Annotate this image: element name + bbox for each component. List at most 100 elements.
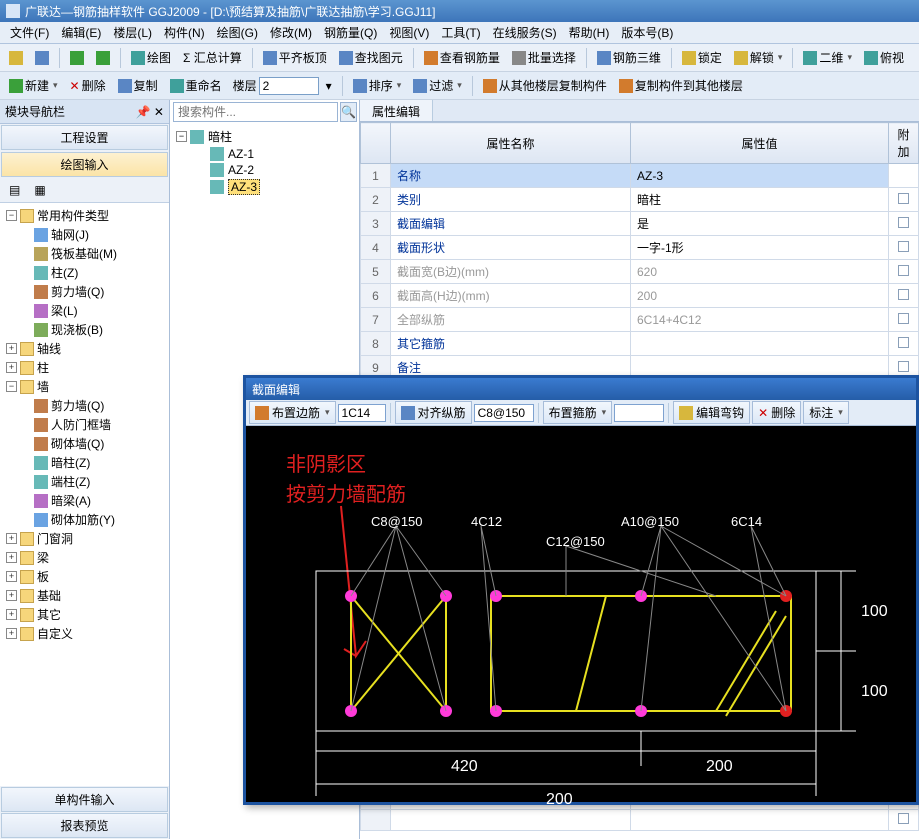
instance-root[interactable]: 暗柱: [208, 128, 232, 145]
search-button[interactable]: 🔍: [340, 102, 357, 122]
tb-rename[interactable]: 重命名: [165, 74, 227, 97]
arrange-stirrup-button[interactable]: 布置箍筋: [543, 401, 613, 424]
wall-hidden-beam[interactable]: 暗梁(A): [51, 492, 91, 509]
tb-redo[interactable]: [91, 48, 115, 68]
group-other[interactable]: 其它: [37, 606, 61, 623]
tb-lock[interactable]: 锁定: [677, 46, 727, 69]
floor-dropdown[interactable]: ▾: [321, 76, 337, 96]
prop-additional[interactable]: [889, 308, 919, 332]
section-canvas[interactable]: 非阴影区 按剪力墙配筋: [246, 426, 916, 802]
menu-modify[interactable]: 修改(M): [264, 22, 318, 43]
prop-name[interactable]: 截面高(H边)(mm): [391, 284, 631, 308]
tb-new[interactable]: 新建: [4, 74, 63, 97]
tb-sumcalc[interactable]: Σ 汇总计算: [178, 46, 247, 69]
tb-toother[interactable]: 复制构件到其他楼层: [614, 74, 748, 97]
collapse-all-icon[interactable]: ▦: [29, 180, 50, 200]
prop-name[interactable]: 类别: [391, 188, 631, 212]
tree-common-root[interactable]: 常用构件类型: [37, 207, 109, 224]
prop-name[interactable]: 截面编辑: [391, 212, 631, 236]
align-rebar-input[interactable]: [474, 404, 534, 422]
tb-drawing[interactable]: 绘图: [126, 46, 176, 69]
tree-shearwall[interactable]: 剪力墙(Q): [51, 283, 104, 300]
prop-additional[interactable]: [889, 236, 919, 260]
edit-hook-button[interactable]: 编辑弯钩: [673, 401, 750, 424]
tree-raft[interactable]: 筏板基础(M): [51, 245, 117, 262]
wall-hidden-col[interactable]: 暗柱(Z): [51, 454, 90, 471]
tb-2d[interactable]: 二维: [798, 46, 857, 69]
group-column[interactable]: 柱: [37, 359, 49, 376]
tab-property[interactable]: 属性编辑: [360, 100, 433, 121]
tree-slab[interactable]: 现浇板(B): [51, 321, 103, 338]
prop-name[interactable]: 其它箍筋: [391, 332, 631, 356]
group-axis[interactable]: 轴线: [37, 340, 61, 357]
menu-file[interactable]: 文件(F): [4, 22, 55, 43]
wall-masonry-rebar[interactable]: 砌体加筋(Y): [51, 511, 115, 528]
mark-button[interactable]: 标注: [803, 401, 849, 424]
group-found[interactable]: 基础: [37, 587, 61, 604]
tree-axis-grid[interactable]: 轴网(J): [51, 226, 89, 243]
floor-input[interactable]: [259, 77, 319, 95]
prop-value[interactable]: 6C14+4C12: [631, 308, 889, 332]
instance-item-selected[interactable]: AZ-3: [228, 179, 260, 195]
component-tree[interactable]: −常用构件类型 轴网(J) 筏板基础(M) 柱(Z) 剪力墙(Q) 梁(L) 现…: [0, 203, 169, 786]
tb-undo[interactable]: [65, 48, 89, 68]
menu-help[interactable]: 帮助(H): [563, 22, 616, 43]
menu-rebar[interactable]: 钢筋量(Q): [318, 22, 383, 43]
prop-additional[interactable]: [889, 260, 919, 284]
prop-additional[interactable]: [889, 188, 919, 212]
tb-viewrebar[interactable]: 查看钢筋量: [419, 46, 505, 69]
tb-unlock[interactable]: 解锁: [729, 46, 788, 69]
prop-additional[interactable]: [889, 332, 919, 356]
tb-findelem[interactable]: 查找图元: [334, 46, 408, 69]
nav-pin-icon[interactable]: 📌 ✕: [136, 105, 164, 119]
prop-value[interactable]: 200: [631, 284, 889, 308]
menu-online[interactable]: 在线服务(S): [487, 22, 563, 43]
edge-rebar-input[interactable]: [338, 404, 386, 422]
menu-element[interactable]: 构件(N): [158, 22, 211, 43]
prop-value[interactable]: 是: [631, 212, 889, 236]
group-wall[interactable]: 墙: [37, 378, 49, 395]
tb-copy[interactable]: 复制: [113, 74, 163, 97]
prop-name[interactable]: 截面形状: [391, 236, 631, 260]
tb-del[interactable]: ✕ 删除: [65, 74, 111, 97]
tb-flattop[interactable]: 平齐板顶: [258, 46, 332, 69]
menu-draw[interactable]: 绘图(G): [211, 22, 264, 43]
tb-rebar3d[interactable]: 钢筋三维: [592, 46, 666, 69]
prop-additional[interactable]: [889, 212, 919, 236]
section-drawinput[interactable]: 绘图输入: [1, 152, 168, 177]
wall-shear[interactable]: 剪力墙(Q): [51, 397, 104, 414]
tb-save[interactable]: [30, 48, 54, 68]
prop-name[interactable]: 全部纵筋: [391, 308, 631, 332]
wall-end-col[interactable]: 端柱(Z): [51, 473, 90, 490]
instance-item[interactable]: AZ-2: [228, 163, 254, 177]
section-project[interactable]: 工程设置: [1, 125, 168, 150]
wall-defense[interactable]: 人防门框墙: [51, 416, 111, 433]
prop-value[interactable]: [631, 332, 889, 356]
prop-value[interactable]: 一字-1形: [631, 236, 889, 260]
delete-button[interactable]: ✕删除: [752, 401, 801, 424]
prop-additional[interactable]: [889, 284, 919, 308]
group-beam[interactable]: 梁: [37, 549, 49, 566]
group-custom[interactable]: 自定义: [37, 625, 73, 642]
tb-batchsel[interactable]: 批量选择: [507, 46, 581, 69]
prop-additional[interactable]: [889, 164, 919, 188]
menu-view[interactable]: 视图(V): [383, 22, 435, 43]
arrange-edge-button[interactable]: 布置边筋: [249, 401, 336, 424]
group-slab[interactable]: 板: [37, 568, 49, 585]
prop-name[interactable]: 截面宽(B边)(mm): [391, 260, 631, 284]
group-door[interactable]: 门窗洞: [37, 530, 73, 547]
search-input[interactable]: [173, 102, 338, 122]
prop-value[interactable]: 620: [631, 260, 889, 284]
prop-value[interactable]: AZ-3: [631, 164, 889, 188]
tb-open[interactable]: [4, 48, 28, 68]
tb-fromother[interactable]: 从其他楼层复制构件: [478, 74, 612, 97]
prop-value[interactable]: 暗柱: [631, 188, 889, 212]
menu-version[interactable]: 版本号(B): [615, 22, 679, 43]
tree-beam[interactable]: 梁(L): [51, 302, 78, 319]
tree-column[interactable]: 柱(Z): [51, 264, 78, 281]
tb-filter[interactable]: 过滤: [408, 74, 467, 97]
section-report[interactable]: 报表预览: [1, 813, 168, 838]
menu-edit[interactable]: 编辑(E): [55, 22, 107, 43]
wall-masonry[interactable]: 砌体墙(Q): [51, 435, 104, 452]
align-rebar-button[interactable]: 对齐纵筋: [395, 401, 472, 424]
